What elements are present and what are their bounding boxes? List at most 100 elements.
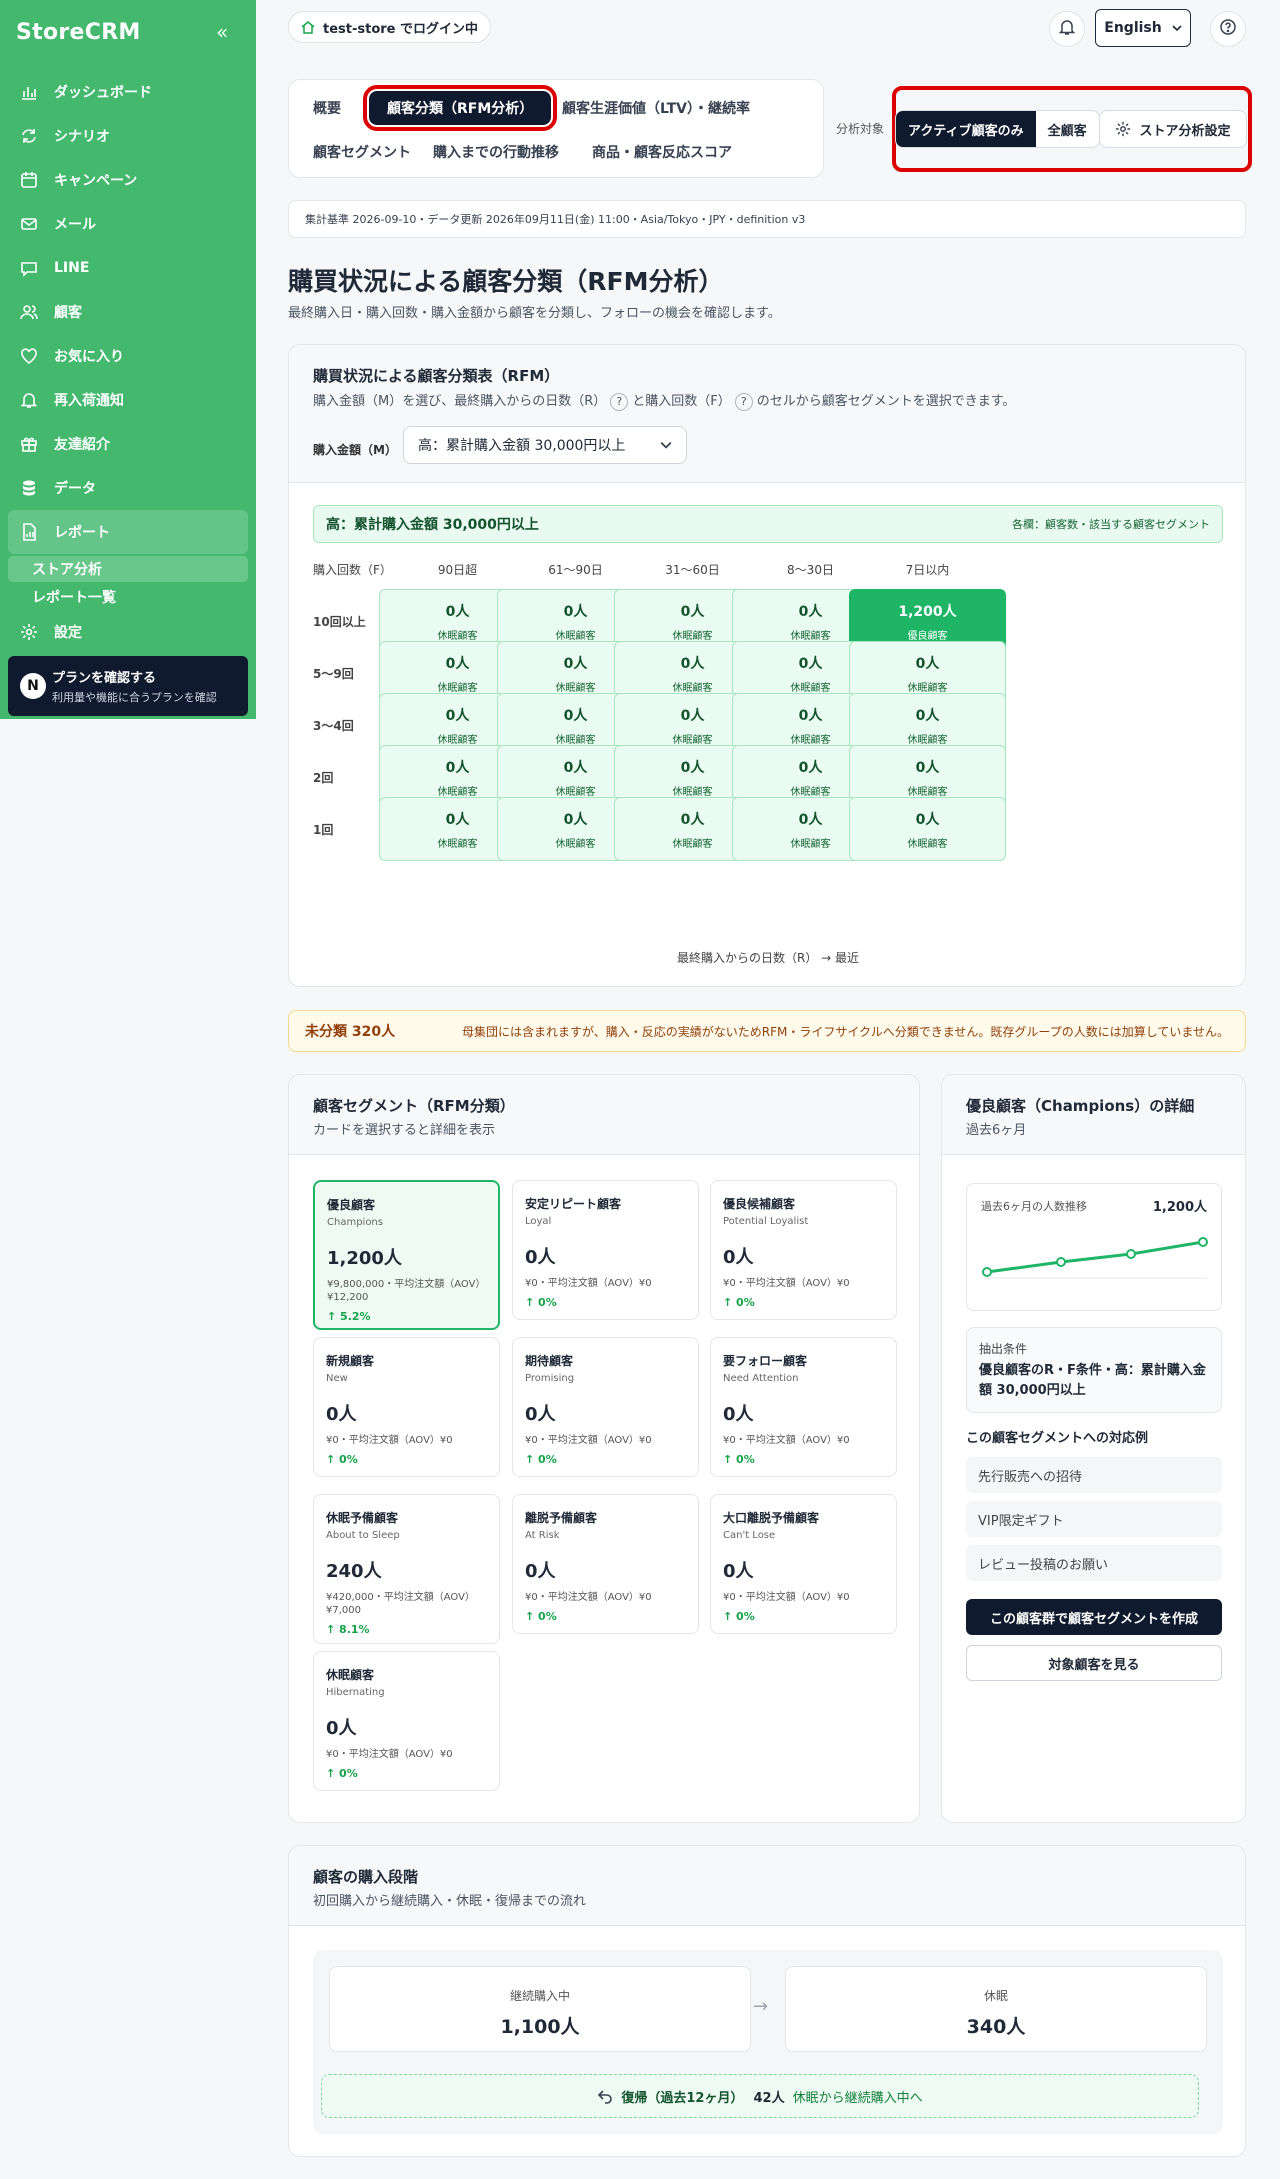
actions-title: この顧客セグメントへの対応例 — [966, 1431, 1149, 1446]
plan-title: プランを確認する — [52, 671, 157, 686]
sidebar-item-line[interactable]: LINE — [8, 246, 248, 290]
collapse-sidebar-icon[interactable]: « — [216, 20, 228, 44]
segment-name: 新規顧客 — [326, 1354, 375, 1368]
app-logo: StoreCRM — [16, 20, 141, 45]
segment-count: 0人 — [723, 1561, 754, 1582]
create-segment-button[interactable]: この顧客群で顧客セグメントを作成 — [966, 1599, 1222, 1635]
sidebar-nav: ダッシュボード シナリオ キャンペーン メール LINE 顧客 お気に入り 再入… — [8, 70, 248, 654]
tab-segments[interactable]: 顧客セグメント — [313, 142, 411, 162]
view-customers-button[interactable]: 対象顧客を見る — [966, 1645, 1222, 1681]
segment-card[interactable]: 期待顧客 Promising 0人 ¥0・平均注文額（AOV）¥0 ↑ 0% — [512, 1337, 699, 1477]
help-f-icon[interactable]: ? — [734, 392, 753, 411]
segment-count: 0人 — [525, 1561, 556, 1582]
segment-en: New — [326, 1373, 348, 1384]
segment-card[interactable]: 要フォロー顧客 Need Attention 0人 ¥0・平均注文額（AOV）¥0 ↑ … — [710, 1337, 897, 1477]
segment-card[interactable]: 優良候補顧客 Potential Loyalist 0人 ¥0・平均注文額（AOV）¥… — [710, 1180, 897, 1320]
tab-behavior[interactable]: 購入までの行動推移 — [433, 142, 559, 162]
data-meta: 集計基準 2026-09-10・データ更新 2026年09月11日(金) 11:… — [288, 200, 1246, 238]
scope-active-only[interactable]: アクティブ顧客のみ — [896, 111, 1036, 147]
tab-overview[interactable]: 概要 — [313, 98, 341, 118]
sidebar-item-settings[interactable]: 設定 — [8, 610, 248, 654]
segment-name: 大口離脱予備顧客 — [723, 1511, 820, 1525]
sidebar-item-report[interactable]: レポート — [8, 510, 248, 554]
cell-count: 0人 — [915, 760, 940, 776]
chevron-down-icon — [660, 439, 672, 451]
stage-value: 1,100人 — [500, 2016, 580, 2038]
segment-card[interactable]: 休眠予備顧客 About to Sleep 240人 ¥420,000・平均注文額（A… — [313, 1494, 500, 1644]
m-banner-title: 高：累計購入金額 30,000円以上 — [326, 517, 539, 533]
sidebar-subitem-report-list[interactable]: レポート一覧 — [8, 584, 248, 610]
sidebar-item-label: 友達紹介 — [54, 437, 110, 453]
sidebar-item-label: シナリオ — [54, 129, 110, 145]
trend-sparkline — [982, 1237, 1208, 1279]
segment-card[interactable]: 新規顧客 New 0人 ¥0・平均注文額（AOV）¥0 ↑ 0% — [313, 1337, 500, 1477]
tab-product-score[interactable]: 商品・顧客反応スコア — [592, 142, 732, 162]
return-desc: 休眠から継続購入中へ — [792, 2090, 923, 2106]
m-select[interactable]: 高：累計購入金額 30,000円以上 — [403, 426, 687, 464]
segment-en: About to Sleep — [326, 1530, 400, 1541]
sidebar-subitem-store-analysis[interactable]: ストア分析 — [8, 556, 248, 582]
tab-rfm[interactable]: 顧客分類（RFM分析） — [362, 85, 558, 131]
segments-subtitle: カードを選択すると詳細を表示 — [313, 1123, 496, 1138]
segment-aov: ¥420,000・平均注文額（AOV）¥7,000 — [326, 1592, 475, 1616]
help-button[interactable] — [1210, 11, 1246, 47]
segment-en: Champions — [327, 1217, 383, 1228]
segment-card[interactable]: 離脱予備顧客 At Risk 0人 ¥0・平均注文額（AOV）¥0 ↑ 0% — [512, 1494, 699, 1634]
page-title: 購買状況による顧客分類（RFM分析） — [288, 267, 724, 296]
r-axis-note: 最終購入からの日数（R） → 最近 — [676, 951, 860, 965]
database-icon — [18, 477, 40, 499]
detail-subtitle: 過去6ヶ月 — [966, 1123, 1027, 1138]
plan-banner[interactable]: N プランを確認する 利用量や機能に合うプランを確認 — [8, 656, 248, 716]
sidebar-item-label: 設定 — [54, 625, 82, 641]
sidebar-item-dashboard[interactable]: ダッシュボード — [8, 70, 248, 114]
chat-icon — [18, 257, 40, 279]
m-banner-note: 各欄：顧客数・該当する顧客セグメント — [1012, 518, 1210, 531]
segment-card[interactable]: 休眠顧客 Hibernating 0人 ¥0・平均注文額（AOV）¥0 ↑ 0% — [313, 1651, 500, 1791]
report-icon — [18, 521, 40, 543]
rfm-cell[interactable]: 0人 休眠顧客 — [849, 797, 1006, 861]
segment-card[interactable]: 安定リピート顧客 Loyal 0人 ¥0・平均注文額（AOV）¥0 ↑ 0% — [512, 1180, 699, 1320]
segment-en: Can't Lose — [723, 1530, 776, 1541]
sidebar-item-restock[interactable]: 再入荷通知 — [8, 378, 248, 422]
plan-badge-icon: N — [20, 673, 46, 699]
sidebar-item-campaign[interactable]: キャンペーン — [8, 158, 248, 202]
row-header: 1回 — [313, 823, 334, 837]
row-header: 2回 — [313, 771, 334, 785]
sidebar-item-label: LINE — [54, 260, 90, 276]
gear-icon — [1115, 121, 1131, 137]
tab-ltv[interactable]: 顧客生涯価値（LTV）・継続率 — [562, 98, 750, 118]
segment-count: 0人 — [525, 1247, 556, 1268]
cell-segment: 優良顧客 — [907, 631, 948, 642]
segment-name: 休眠予備顧客 — [326, 1511, 399, 1525]
chart-icon — [18, 81, 40, 103]
segment-card[interactable]: 大口離脱予備顧客 Can't Lose 0人 ¥0・平均注文額（AOV）¥0 ↑ 0% — [710, 1494, 897, 1634]
store-analysis-settings-button[interactable]: ストア分析設定 — [1099, 110, 1247, 148]
action-example: 先行販売への招待 — [966, 1457, 1222, 1493]
scope-label: 分析対象 — [836, 122, 885, 136]
sidebar-item-data[interactable]: データ — [8, 466, 248, 510]
champions-detail-card: 優良顧客（Champions）の詳細 過去6ヶ月 過去6ヶ月の人数推移 1,20… — [941, 1074, 1246, 1823]
stages-header: 顧客の購入段階 初回購入から継続購入・休眠・復帰までの流れ — [289, 1846, 1245, 1926]
segment-en: Potential Loyalist — [723, 1216, 809, 1227]
extraction-condition: 抽出条件 優良顧客のR・F条件・高：累計購入金額 30,000円以上 — [966, 1327, 1222, 1413]
segment-change: ↑ 5.2% — [327, 1310, 371, 1323]
sidebar-item-scenario[interactable]: シナリオ — [8, 114, 248, 158]
sidebar-item-customers[interactable]: 顧客 — [8, 290, 248, 334]
notification-button[interactable] — [1049, 11, 1085, 47]
segment-change: ↑ 0% — [723, 1296, 755, 1309]
return-flow: 復帰（過去12ヶ月） 42人 休眠から継続購入中へ — [321, 2074, 1199, 2118]
help-r-icon[interactable]: ? — [610, 392, 629, 411]
login-status-pill[interactable]: test-store でログイン中 — [288, 11, 492, 43]
cell-segment: 休眠顧客 — [907, 839, 948, 850]
rfm-sub-c: のセルから顧客セグメントを選択できます。 — [756, 394, 1016, 409]
scope-all[interactable]: 全顧客 — [1036, 111, 1099, 147]
sidebar-item-mail[interactable]: メール — [8, 202, 248, 246]
segment-count: 0人 — [525, 1404, 556, 1425]
sidebar-item-referral[interactable]: 友達紹介 — [8, 422, 248, 466]
segment-card[interactable]: 優良顧客 Champions 1,200人 ¥9,800,000・平均注文額（AOV）… — [313, 1180, 500, 1330]
action-example: レビュー投稿のお願い — [966, 1545, 1222, 1581]
detail-title: 優良顧客（Champions）の詳細 — [966, 1097, 1195, 1115]
language-select[interactable]: English — [1095, 9, 1191, 47]
sidebar-item-favorites[interactable]: お気に入り — [8, 334, 248, 378]
plan-desc: 利用量や機能に合うプランを確認 — [52, 691, 217, 704]
